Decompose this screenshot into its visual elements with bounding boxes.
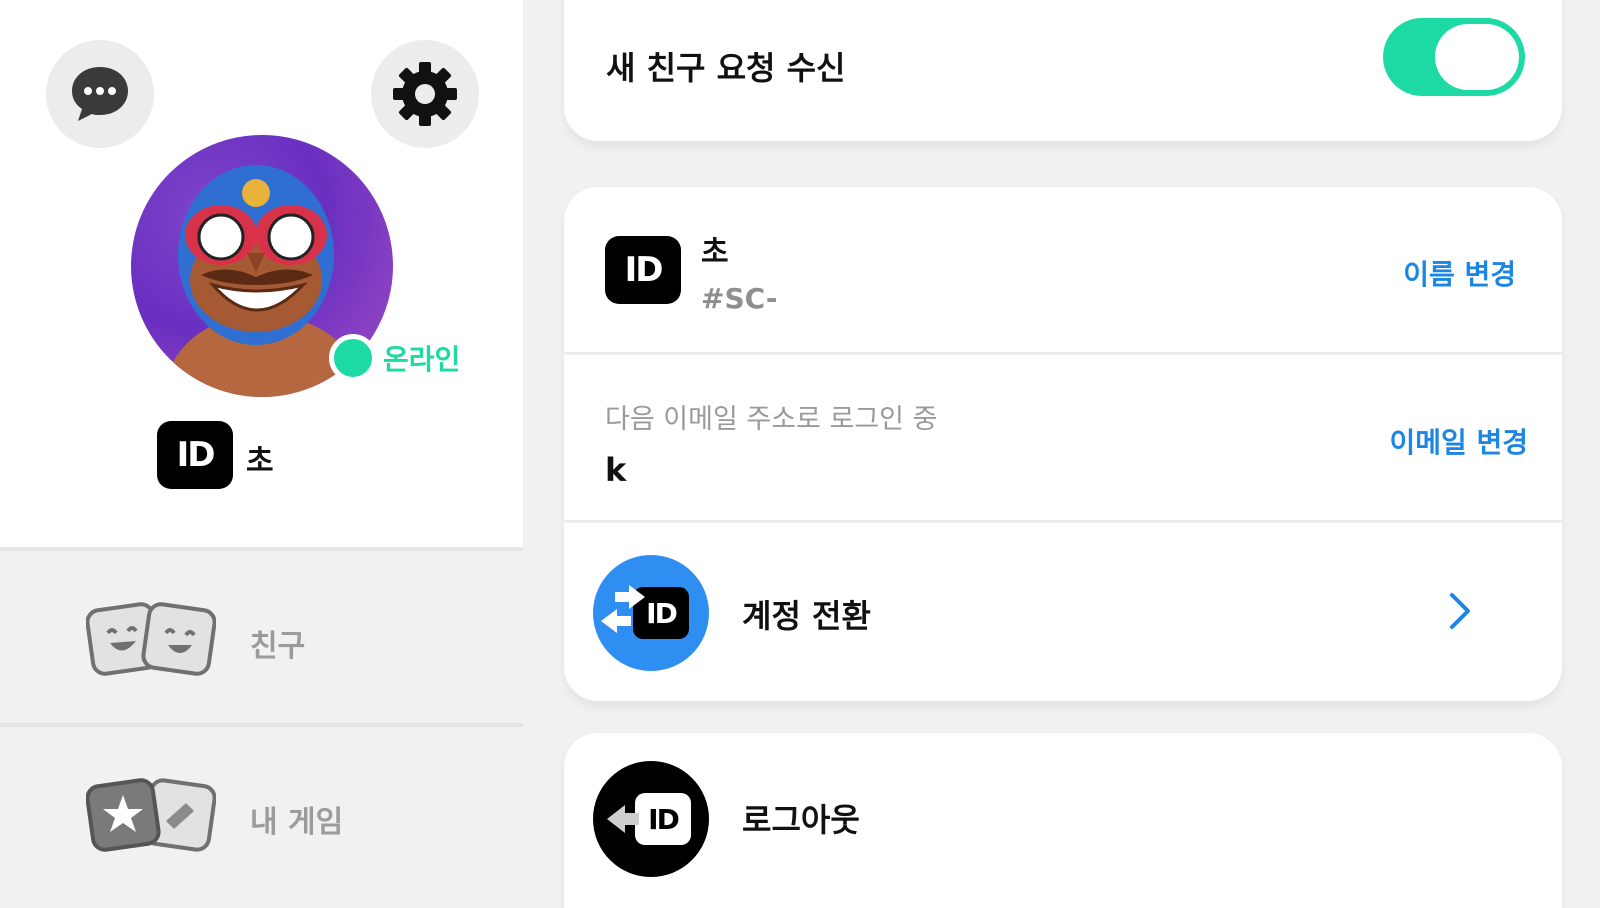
profile-card: 온라인 ID 초 [0,0,523,547]
change-name-link[interactable]: 이름 변경 [1403,253,1516,293]
toggle-knob [1435,24,1519,90]
id-badge: ID [605,236,681,304]
gear-icon [393,62,457,126]
email-value: k [605,451,627,489]
my-games-icon [86,778,216,852]
friend-request-toggle[interactable] [1383,18,1525,96]
online-status-dot [329,334,377,382]
account-card: ID 초 #SC- 이름 변경 다음 이메일 주소로 로그인 중 k 이메일 변… [564,187,1562,701]
id-swap-icon: ID [601,585,689,639]
app-root: 온라인 ID 초 친구 내 게임 새 친구 요청 수신 ID 초 #SC- 이름… [0,0,1600,908]
logout-icon: ID [593,761,709,877]
switch-account-label: 계정 전환 [742,597,871,635]
nav-friends[interactable]: 친구 [0,547,523,719]
logout-card[interactable]: ID 로그아웃 [564,733,1562,908]
account-name: 초 [701,235,729,270]
friend-request-label: 새 친구 요청 수신 [606,49,846,87]
switch-account-row[interactable]: ID 계정 전환 [564,523,1562,701]
friend-request-card: 새 친구 요청 수신 [564,0,1562,141]
svg-text:ID: ID [648,803,678,836]
id-badge: ID [157,421,233,489]
nav-friends-label: 친구 [250,629,306,664]
email-caption: 다음 이메일 주소로 로그인 중 [605,404,938,435]
friends-icon [86,602,216,676]
chat-button[interactable] [46,40,154,148]
svg-text:ID: ID [646,597,676,630]
chevron-right-icon [1450,593,1470,629]
account-tag: #SC- [701,282,778,315]
switch-account-icon: ID [593,555,709,671]
settings-button[interactable] [371,40,479,148]
id-logout-icon: ID [607,793,691,845]
chat-bubble-icon [72,67,128,121]
nav-my-games[interactable]: 내 게임 [0,723,523,908]
online-status-label: 온라인 [383,343,461,376]
change-email-link[interactable]: 이메일 변경 [1389,421,1528,461]
profile-name: 초 [246,444,274,479]
left-panel: 온라인 ID 초 친구 내 게임 [0,0,523,908]
nav-my-games-label: 내 게임 [250,805,344,840]
account-email-row: 다음 이메일 주소로 로그인 중 k 이메일 변경 [564,355,1562,523]
logout-label: 로그아웃 [742,801,860,839]
account-name-row: ID 초 #SC- 이름 변경 [564,187,1562,355]
